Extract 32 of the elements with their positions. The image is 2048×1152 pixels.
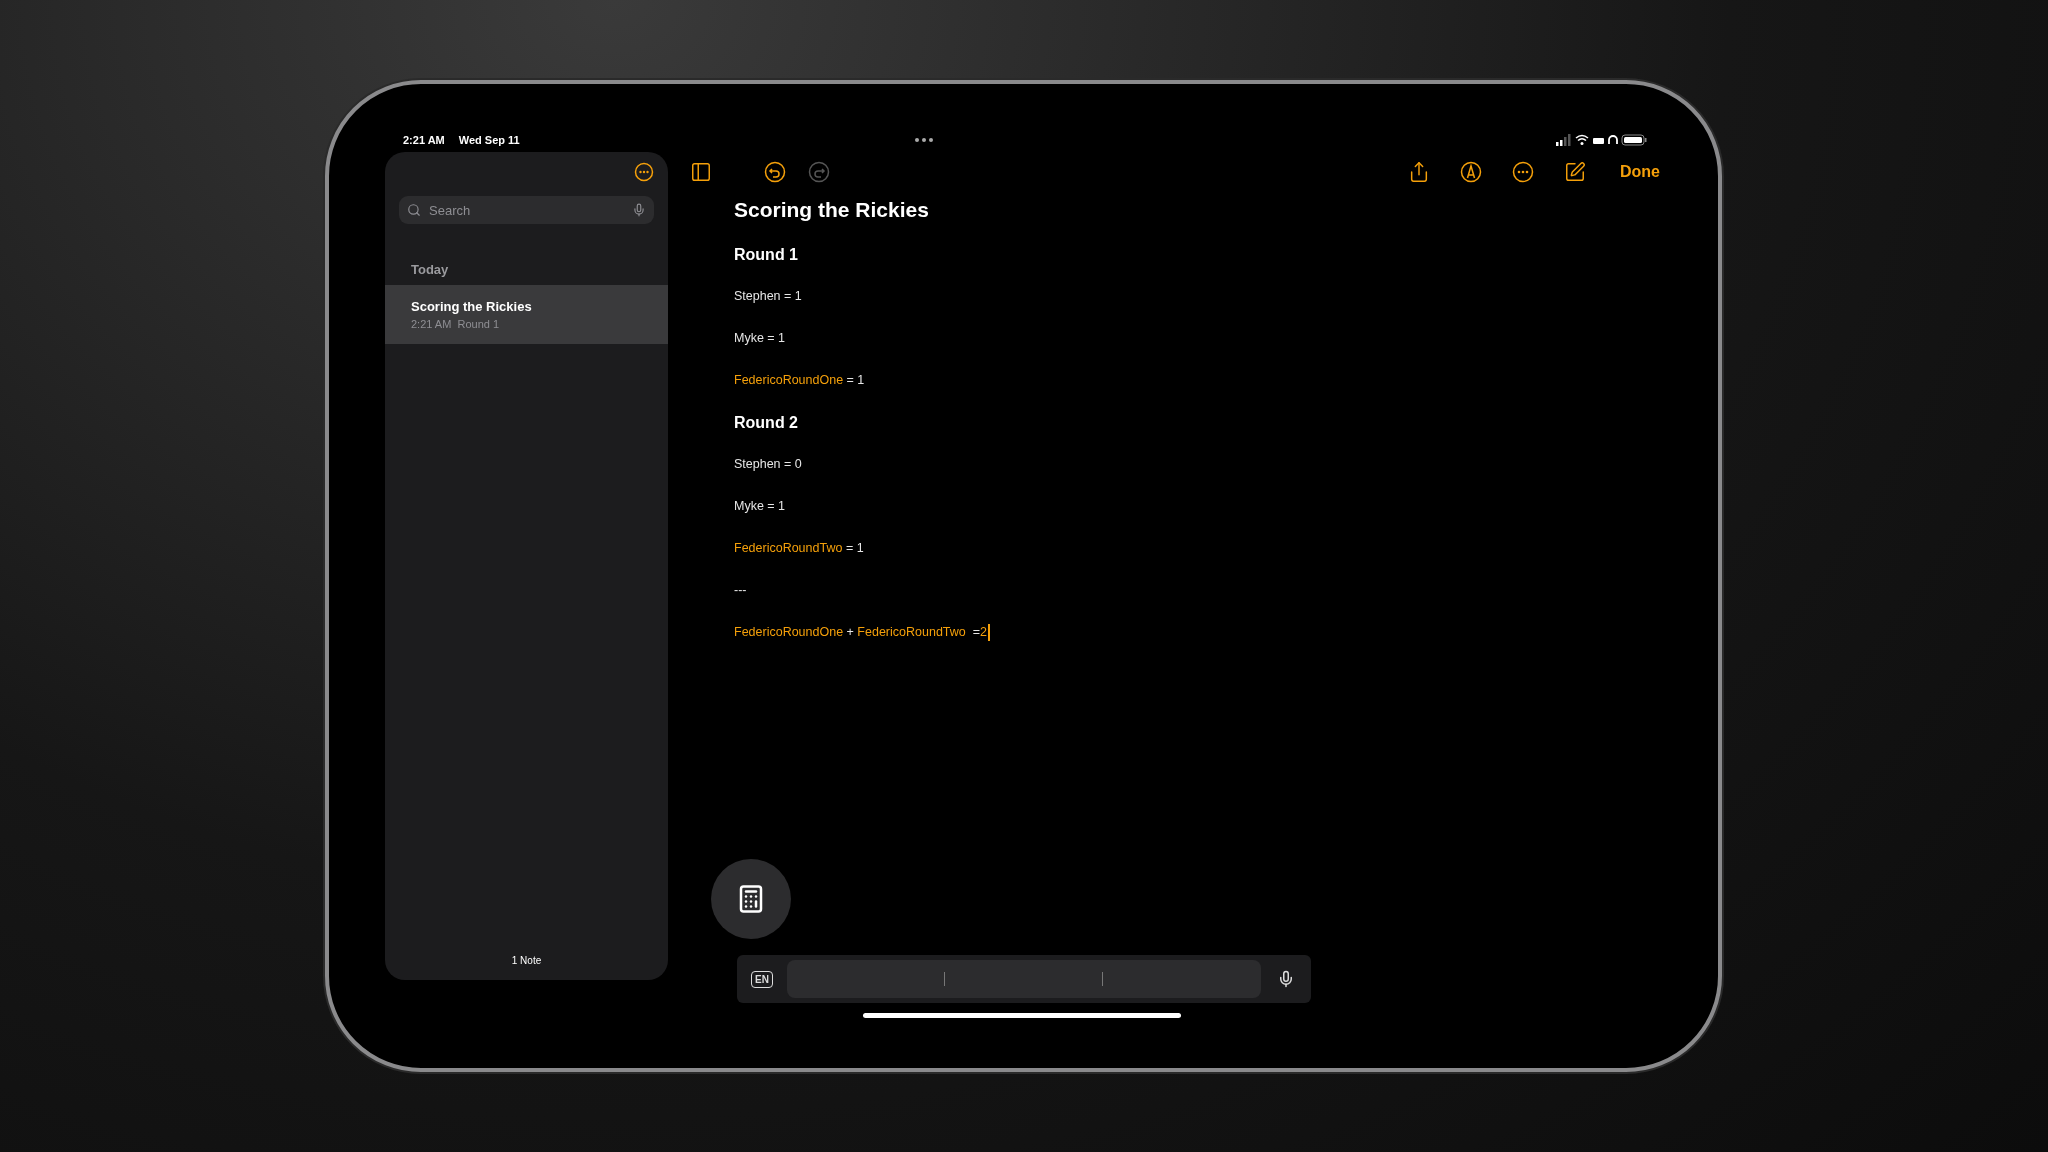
more-icon[interactable] bbox=[1512, 161, 1534, 183]
status-time: 2:21 AM bbox=[403, 134, 445, 146]
compose-icon[interactable] bbox=[1564, 161, 1586, 183]
note-preview: 2:21 AM Round 1 bbox=[411, 318, 501, 330]
note-title: Scoring the Rickies bbox=[411, 299, 533, 314]
status-date: Wed Sep 11 bbox=[458, 134, 520, 146]
note-heading: Round 2 bbox=[734, 414, 799, 432]
note-line: FedericoRoundOne = 1 bbox=[734, 372, 866, 388]
note-line: --- bbox=[734, 582, 748, 598]
more-icon[interactable] bbox=[634, 162, 654, 182]
note-count: 1 Note bbox=[510, 955, 543, 968]
search-icon[interactable] bbox=[407, 203, 421, 217]
multitasking-dots-icon[interactable] bbox=[913, 137, 934, 143]
sidebar-toggle-icon[interactable] bbox=[690, 161, 712, 183]
note-heading: Round 1 bbox=[734, 246, 799, 264]
note-title: Scoring the Rickies bbox=[734, 198, 930, 222]
markup-icon[interactable] bbox=[1460, 161, 1482, 183]
microphone-icon[interactable] bbox=[632, 203, 646, 217]
search-input[interactable]: Search bbox=[427, 201, 626, 219]
share-icon[interactable] bbox=[1408, 161, 1430, 183]
note-line: Stephen = 1 bbox=[734, 288, 803, 304]
note-line: FedericoRoundTwo = 1 bbox=[734, 540, 865, 556]
done-button[interactable]: Done bbox=[1620, 163, 1660, 181]
note-line: Myke = 1 bbox=[734, 498, 787, 514]
undo-icon[interactable] bbox=[764, 161, 786, 183]
search-field[interactable]: Search bbox=[399, 196, 654, 224]
language-key[interactable]: EN bbox=[751, 970, 773, 988]
note-line: FedericoRoundOne + FedericoRoundTwo =2 bbox=[734, 624, 1662, 640]
note-line: Stephen = 0 bbox=[734, 456, 803, 472]
note-list-item[interactable]: Scoring the Rickies 2:21 AM Round 1 bbox=[385, 285, 668, 344]
section-header: Today bbox=[410, 261, 450, 279]
note-line: Myke = 1 bbox=[734, 330, 787, 346]
